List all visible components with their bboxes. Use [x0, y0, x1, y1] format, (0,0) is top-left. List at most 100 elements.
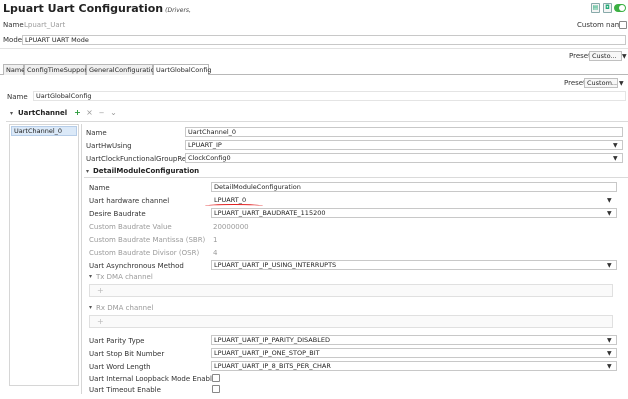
list-item-label: UartChannel_0	[14, 127, 63, 135]
mode-label: Mode	[3, 36, 23, 44]
preset-select-value: Custo...	[592, 52, 617, 60]
page-subtitle: (Drivers,	[165, 7, 191, 14]
editor-header: Lpuart Uart Configuration (Drivers, ▤ ◘	[0, 0, 628, 18]
prop-label: UartClockFunctionalGroupRef	[86, 155, 189, 163]
word-length-select[interactable]: LPUART_UART_IP_8_BITS_PER_CHAR	[211, 361, 617, 371]
word-length-value: LPUART_UART_IP_8_BITS_PER_CHAR	[214, 362, 331, 370]
detail-label: Uart Internal Loopback Mode Enable	[89, 375, 217, 383]
hardware-channel-select[interactable]: LPUART_0	[211, 195, 617, 205]
chevron-down-icon[interactable]: ▼	[607, 337, 612, 344]
tab-label: ConfigTimeSupport	[27, 66, 90, 74]
tab-label: UartGlobalConfig	[156, 66, 212, 74]
chevron-down-icon[interactable]: ▼	[622, 53, 627, 60]
detail-label: Uart Parity Type	[89, 337, 145, 345]
async-method-value: LPUART_UART_IP_USING_INTERRUPTS	[214, 261, 337, 269]
preset-select[interactable]: Custom...	[584, 78, 618, 88]
preset-label: Preset	[569, 52, 591, 60]
detail-label: Uart hardware channel	[89, 197, 170, 205]
move-down-icon[interactable]: ⌄	[109, 109, 118, 118]
detail-label: Uart Asynchronous Method	[89, 262, 184, 270]
preset-select-value: Custom...	[587, 79, 618, 87]
chevron-down-icon[interactable]: ▼	[607, 210, 612, 217]
name-label: Name	[3, 21, 24, 29]
detail-label: Uart Timeout Enable	[89, 386, 161, 394]
tab-config-time-support[interactable]: ConfigTimeSupport	[24, 64, 90, 75]
mode-select[interactable]: LPUART UART Mode	[22, 35, 626, 45]
collapse-chevron-icon: ▾	[89, 273, 93, 280]
clock-group-select[interactable]: ClockConfig0	[185, 153, 623, 163]
stop-bit-value: LPUART_UART_IP_ONE_STOP_BIT	[214, 349, 320, 357]
timeout-checkbox[interactable]	[212, 385, 220, 393]
custom-baudrate-value: 20000000	[213, 223, 249, 231]
page-title: Lpuart Uart Configuration (Drivers,	[3, 2, 191, 15]
desire-baudrate-select[interactable]: LPUART_UART_BAUDRATE_115200	[211, 208, 617, 218]
divider	[84, 177, 628, 178]
tab-label: Name	[6, 66, 26, 74]
chevron-down-icon[interactable]: ▼	[607, 262, 612, 269]
detail-label: Desire Baudrate	[89, 210, 146, 218]
collapse-chevron-icon[interactable]: ▾	[86, 168, 89, 175]
desire-baudrate-value: LPUART_UART_BAUDRATE_115200	[214, 209, 326, 217]
move-up-icon[interactable]: ‒	[97, 109, 106, 118]
splitter[interactable]	[81, 124, 82, 394]
tab-name[interactable]: Name	[3, 64, 26, 75]
chevron-down-icon[interactable]: ▼	[607, 197, 612, 204]
collapse-chevron-icon[interactable]: ▾	[10, 110, 13, 117]
stop-bit-select[interactable]: LPUART_UART_IP_ONE_STOP_BIT	[211, 348, 617, 358]
rx-dma-list: +	[89, 315, 613, 328]
clock-group-value: ClockConfig0	[188, 154, 231, 162]
lock-icon[interactable]: ◘	[603, 3, 612, 13]
detail-label: Uart Word Length	[89, 363, 151, 371]
async-method-select[interactable]: LPUART_UART_IP_USING_INTERRUPTS	[211, 260, 617, 270]
mantissa-value: 1	[213, 236, 218, 244]
add-icon[interactable]: +	[73, 109, 82, 118]
mode-select-value: LPUART UART Mode	[25, 36, 89, 44]
global-name-field[interactable]: UartGlobalConfig	[33, 91, 626, 101]
collapse-chevron-icon: ▾	[89, 304, 93, 311]
preset-label: Preset	[564, 79, 586, 87]
hardware-channel-value: LPUART_0	[214, 196, 247, 204]
chevron-down-icon[interactable]: ▼	[607, 363, 612, 370]
channel-name-value: UartChannel_0	[188, 128, 237, 136]
remove-icon[interactable]: ×	[85, 109, 94, 118]
chevron-down-icon[interactable]: ▼	[613, 155, 618, 162]
chevron-down-icon[interactable]: ▼	[613, 142, 618, 149]
detail-name-value: DetailModuleConfiguration	[214, 183, 301, 191]
hw-using-select[interactable]: LPUART_IP	[185, 140, 623, 150]
tab-general-configuration[interactable]: GeneralConfiguration	[86, 64, 159, 75]
preset-select[interactable]: Custo...	[589, 51, 622, 61]
prop-label: Name	[86, 129, 107, 137]
add-icon: +	[97, 317, 104, 326]
parity-select[interactable]: LPUART_UART_IP_PARITY_DISABLED	[211, 335, 617, 345]
parity-value: LPUART_UART_IP_PARITY_DISABLED	[214, 336, 330, 344]
detail-name-field[interactable]: DetailModuleConfiguration	[211, 182, 617, 192]
detail-label: Name	[89, 184, 110, 192]
divisor-value: 4	[213, 249, 218, 257]
tx-dma-heading: Tx DMA channel	[96, 273, 153, 281]
detail-heading: DetailModuleConfiguration	[93, 167, 200, 175]
tab-uart-global-config[interactable]: UartGlobalConfig	[153, 64, 212, 75]
rx-dma-heading: Rx DMA channel	[96, 304, 154, 312]
list-item[interactable]: UartChannel_0	[11, 126, 77, 136]
detail-label-disabled: Custom Baudrate Value	[89, 223, 172, 231]
divider	[0, 48, 628, 49]
custom-name-checkbox[interactable]	[619, 21, 627, 29]
divider	[6, 121, 628, 122]
enable-toggle[interactable]	[614, 4, 626, 12]
add-icon: +	[97, 286, 104, 295]
chevron-down-icon[interactable]: ▼	[619, 80, 624, 87]
global-name-label: Name	[7, 93, 28, 101]
tab-label: GeneralConfiguration	[89, 66, 159, 74]
uart-channel-heading: UartChannel	[18, 109, 68, 117]
detail-label-disabled: Custom Baudrate Mantissa (SBR)	[89, 236, 206, 244]
detail-label-disabled: Custom Baudrate Divisor (OSR)	[89, 249, 200, 257]
name-value: Lpuart_Uart	[24, 21, 66, 29]
hw-using-value: LPUART_IP	[188, 141, 222, 149]
loopback-checkbox[interactable]	[212, 374, 220, 382]
chevron-down-icon[interactable]: ▼	[607, 350, 612, 357]
document-icon[interactable]: ▤	[591, 3, 600, 13]
detail-label: Uart Stop Bit Number	[89, 350, 165, 358]
global-name-value: UartGlobalConfig	[36, 92, 92, 100]
channel-name-field[interactable]: UartChannel_0	[185, 127, 623, 137]
prop-label: UartHwUsing	[86, 142, 132, 150]
